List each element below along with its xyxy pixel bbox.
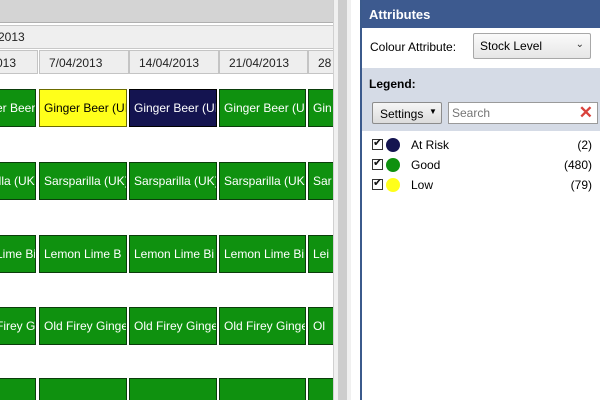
- schedule-cell[interactable]: [0, 378, 36, 400]
- schedule-cell[interactable]: Sarsparilla (UK): [39, 162, 127, 200]
- schedule-cell[interactable]: Ol: [308, 307, 333, 345]
- legend-checkbox[interactable]: [372, 136, 383, 150]
- schedule-cell-label: Sarsparilla (UK): [134, 174, 217, 188]
- legend-item[interactable]: Low (79): [372, 176, 594, 195]
- schedule-cell-label: Old Firey Ginge: [224, 319, 306, 333]
- schedule-cell-label: er Beer (UI: [0, 101, 36, 115]
- legend-item-name: Good: [411, 158, 441, 172]
- schedule-cell-label: Firey Ginge: [0, 319, 36, 333]
- schedule-cell[interactable]: Ginger Beer (UI: [129, 89, 217, 127]
- schedule-cell-label: Lemon Lime B: [44, 247, 122, 261]
- clear-icon[interactable]: ✕: [579, 104, 593, 122]
- date-header-label: 013: [0, 56, 17, 70]
- color-swatch-icon: [386, 158, 400, 172]
- schedule-cell[interactable]: [129, 378, 217, 400]
- color-swatch-icon: [386, 138, 400, 152]
- schedule-cell[interactable]: Sarsparilla (UK): [129, 162, 217, 200]
- schedule-cell-label: Old Firey Ginge: [44, 319, 127, 333]
- schedule-cell-label: Lemon Lime Bi: [224, 247, 305, 261]
- legend-item-count: (2): [577, 138, 592, 152]
- schedule-cell-label: Ginger Beer (UI: [134, 101, 217, 115]
- date-header-label: 21/04/2013: [229, 56, 290, 70]
- search-input[interactable]: [452, 105, 572, 120]
- settings-label: Settings: [380, 107, 424, 121]
- vertical-scrollbar[interactable]: [333, 0, 352, 400]
- schedule-cell-label: Sar: [313, 174, 332, 188]
- splitter[interactable]: [351, 0, 360, 400]
- date-header: 14/04/2013: [129, 50, 219, 74]
- legend-title: Legend:: [369, 77, 416, 91]
- schedule-cell[interactable]: er Beer (UI: [0, 89, 36, 127]
- schedule-cell[interactable]: Lemon Lime Bi: [219, 235, 306, 273]
- schedule-cell[interactable]: Lemon Lime B: [39, 235, 127, 273]
- schedule-toolbar: [0, 0, 333, 23]
- attributes-header: Attributes: [362, 0, 600, 28]
- schedule-cell[interactable]: Sarsparilla (UK): [219, 162, 306, 200]
- legend-panel: Legend: Settings ▼ ✕ At Risk (2) Good (480)…: [362, 68, 600, 400]
- legend-item-name: At Risk: [411, 138, 450, 152]
- schedule-cell-label: Lemon Lime Bi: [134, 247, 215, 261]
- schedule-grid: 2013 0137/04/201314/04/201321/04/201328 …: [0, 0, 333, 400]
- schedule-cell-label: Old Firey Ginge: [134, 319, 217, 333]
- date-header: 7/04/2013: [39, 50, 129, 74]
- schedule-cell[interactable]: Firey Ginge: [0, 307, 36, 345]
- colour-attribute-value: Stock Level: [480, 39, 543, 53]
- chevron-down-icon: ⌄: [575, 39, 584, 50]
- schedule-cell[interactable]: Old Firey Ginge: [39, 307, 127, 345]
- schedule-cell[interactable]: [39, 378, 127, 400]
- schedule-cell[interactable]: Gin: [308, 89, 333, 127]
- year-label: 2013: [0, 30, 25, 44]
- color-swatch-icon: [386, 178, 400, 192]
- legend-checkbox[interactable]: [372, 156, 383, 170]
- schedule-cell-label: Gin: [313, 101, 332, 115]
- date-header: 28: [308, 50, 333, 74]
- dropdown-arrow-icon: ▼: [429, 107, 437, 116]
- date-header-label: 7/04/2013: [49, 56, 103, 70]
- schedule-cell[interactable]: [308, 378, 333, 400]
- colour-attribute-select[interactable]: Stock Level ⌄: [473, 33, 591, 59]
- schedule-cell[interactable]: [219, 378, 306, 400]
- schedule-cell[interactable]: illa (UK): [0, 162, 36, 200]
- date-header: 013: [0, 50, 38, 74]
- scrollbar-thumb[interactable]: [338, 0, 347, 400]
- schedule-cell-label: illa (UK): [0, 174, 35, 188]
- schedule-cell[interactable]: Lei: [308, 235, 333, 273]
- legend-item[interactable]: Good (480): [372, 156, 594, 175]
- schedule-cell[interactable]: Lime Bi: [0, 235, 36, 273]
- schedule-cell-label: Sarsparilla (UK): [224, 174, 306, 188]
- schedule-cell[interactable]: Old Firey Ginge: [129, 307, 217, 345]
- settings-button[interactable]: Settings ▼: [372, 102, 442, 124]
- schedule-cell-label: Ginger Beer (UI: [224, 101, 306, 115]
- schedule-cell-label: Ol: [313, 319, 325, 333]
- schedule-cell[interactable]: Ginger Beer (UI: [219, 89, 306, 127]
- schedule-cell-label: Lime Bi: [0, 247, 36, 261]
- schedule-cell[interactable]: Lemon Lime Bi: [129, 235, 217, 273]
- schedule-cell-label: Ginger Beer (UI: [44, 101, 127, 115]
- attributes-title: Attributes: [369, 7, 431, 22]
- legend-item-name: Low: [411, 178, 434, 192]
- schedule-cell[interactable]: Old Firey Ginge: [219, 307, 306, 345]
- attributes-panel: Attributes Colour Attribute: Stock Level…: [360, 0, 600, 400]
- date-header-label: 14/04/2013: [139, 56, 200, 70]
- legend-item-count: (480): [563, 158, 592, 172]
- date-header-label: 28: [318, 56, 332, 70]
- schedule-cell-label: Sarsparilla (UK): [44, 174, 127, 188]
- year-header-row: 2013: [0, 25, 333, 49]
- legend-checkbox[interactable]: [372, 176, 383, 190]
- colour-attribute-label: Colour Attribute:: [370, 40, 457, 54]
- schedule-cell[interactable]: Sar: [308, 162, 333, 200]
- schedule-cell-label: Lei: [313, 247, 330, 261]
- legend-item-count: (79): [570, 178, 592, 192]
- date-header: 21/04/2013: [219, 50, 308, 74]
- legend-search[interactable]: ✕: [448, 102, 598, 124]
- legend-item[interactable]: At Risk (2): [372, 136, 594, 155]
- schedule-cell[interactable]: Ginger Beer (UI: [39, 89, 127, 127]
- legend-toolbar: Legend: Settings ▼ ✕: [362, 68, 600, 131]
